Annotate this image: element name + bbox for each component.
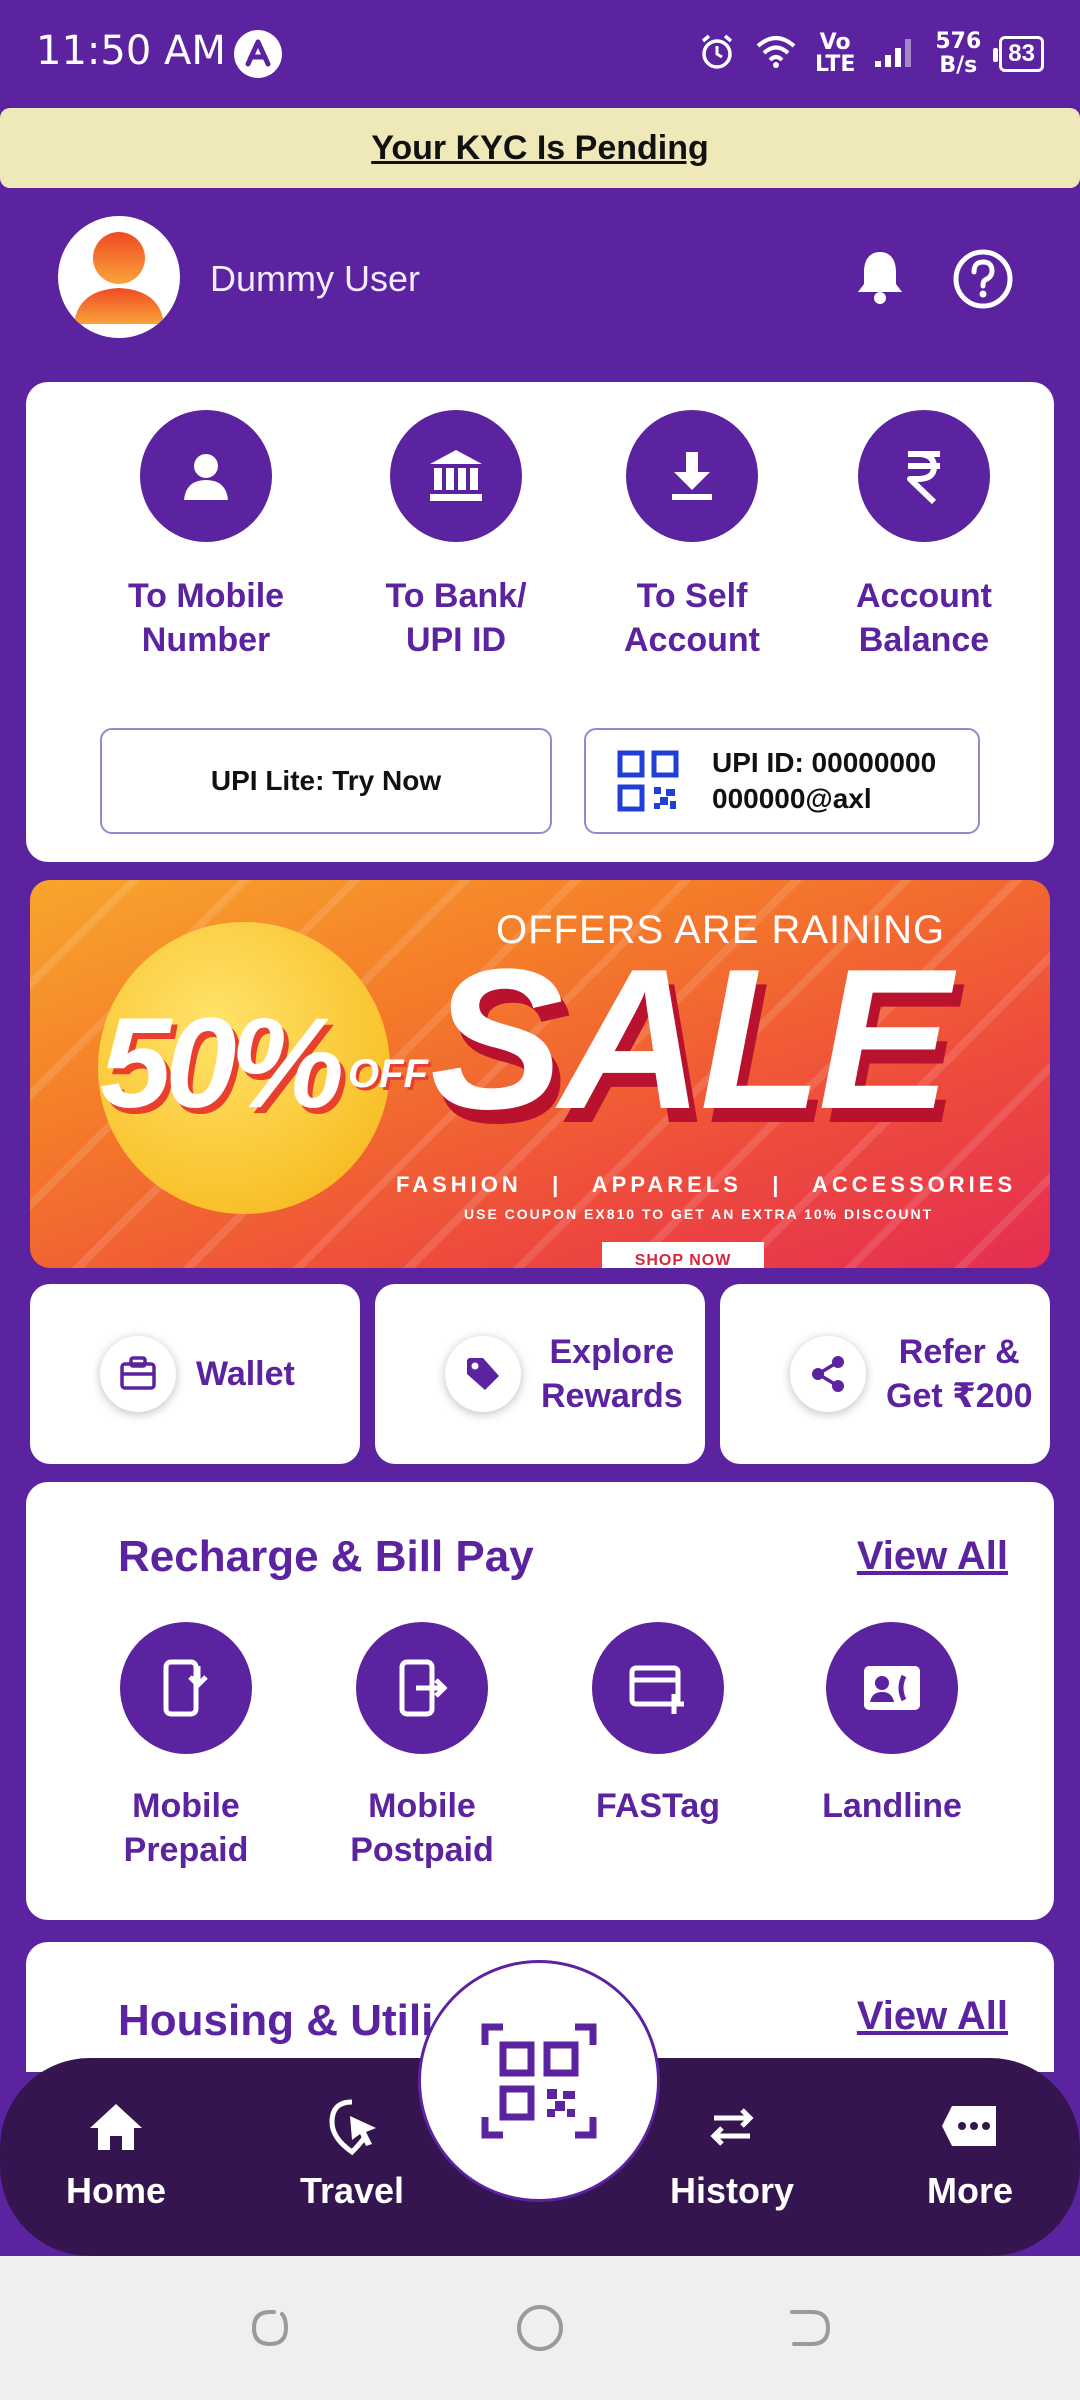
rupee-icon xyxy=(858,410,990,542)
money-transfer-card: To Mobile Number To Bank/UPI ID To Self Ac… xyxy=(26,382,1054,862)
status-time: 11:50 AM xyxy=(36,28,226,74)
fastag-icon xyxy=(592,1622,724,1754)
refer-get-button[interactable]: Refer & Get ₹200 xyxy=(720,1284,1050,1464)
banner-categories: FASHION | APPARELS | ACCESSORIES xyxy=(396,1172,1017,1197)
account-balance-button[interactable]: Account Balance xyxy=(814,410,1034,662)
fastag-button[interactable]: FASTag xyxy=(558,1622,758,1828)
bell-icon[interactable] xyxy=(848,244,912,308)
nav-more[interactable]: More xyxy=(890,2094,1050,2212)
qr-scan-icon xyxy=(481,2023,597,2139)
nav-home[interactable]: Home xyxy=(36,2094,196,2212)
alarm-icon xyxy=(697,32,737,77)
mobile-postpaid-icon xyxy=(356,1622,488,1754)
banner-coupon: USE COUPON EX810 TO GET AN EXTRA 10% DIS… xyxy=(464,1206,934,1222)
user-name: Dummy User xyxy=(210,258,421,299)
help-icon[interactable] xyxy=(952,248,1014,310)
qr-code-icon xyxy=(617,750,679,812)
view-all-link[interactable]: View All xyxy=(857,1994,1008,2039)
system-navigation-bar xyxy=(0,2256,1080,2400)
to-mobile-number-button[interactable]: To Mobile Number xyxy=(96,410,316,662)
status-bar: 11:50 AM Vo LTE 576 B/s 83 xyxy=(0,0,1080,108)
person-icon xyxy=(140,410,272,542)
more-icon xyxy=(938,2094,1002,2158)
travel-icon xyxy=(320,2094,384,2158)
shop-now-button[interactable]: SHOP NOW xyxy=(602,1242,764,1268)
nav-travel[interactable]: Travel xyxy=(272,2094,432,2212)
upi-id-button[interactable]: UPI ID: 00000000 000000@axl xyxy=(584,728,980,834)
back-icon[interactable] xyxy=(784,2302,836,2354)
recent-apps-icon[interactable] xyxy=(244,2302,296,2354)
banner-sale-text: SALE xyxy=(430,928,951,1151)
view-all-link[interactable]: View All xyxy=(857,1534,1008,1579)
home-icon xyxy=(84,2094,148,2158)
tag-icon xyxy=(445,1336,521,1412)
mobile-prepaid-icon xyxy=(120,1622,252,1754)
kyc-banner[interactable]: Your KYC Is Pending xyxy=(0,108,1080,188)
upi-lite-button[interactable]: UPI Lite: Try Now xyxy=(100,728,552,834)
landline-icon xyxy=(826,1622,958,1754)
battery-icon: 83 xyxy=(993,36,1044,72)
wallet-icon xyxy=(100,1336,176,1412)
upi-id-line2: 000000@axl xyxy=(712,783,872,814)
explore-rewards-button[interactable]: Explore Rewards xyxy=(375,1284,705,1464)
wallet-button[interactable]: Wallet xyxy=(30,1284,360,1464)
share-icon xyxy=(790,1336,866,1412)
discount-percent: 50% xyxy=(100,992,344,1135)
wifi-icon xyxy=(755,34,797,75)
download-icon xyxy=(626,410,758,542)
nav-history[interactable]: History xyxy=(652,2094,812,2212)
volte-indicator: Vo LTE xyxy=(814,30,856,77)
to-self-account-button[interactable]: To Self Account xyxy=(582,410,802,662)
section-title: Recharge & Bill Pay xyxy=(118,1532,534,1581)
discount-off: OFF xyxy=(348,1052,428,1096)
avatar[interactable] xyxy=(58,216,180,338)
history-icon xyxy=(700,2094,764,2158)
kyc-banner-text[interactable]: Your KYC Is Pending xyxy=(371,129,709,168)
upi-id-line1: UPI ID: 00000000 xyxy=(712,747,937,778)
home-circle-icon[interactable] xyxy=(514,2302,566,2354)
sale-banner[interactable]: 50% OFF OFFERS ARE RAINING SALE FASHION … xyxy=(30,880,1050,1268)
net-speed: 576 B/s xyxy=(935,29,982,78)
section-title: Housing & Utili xyxy=(118,1996,434,2045)
recharge-bill-pay-card: Recharge & Bill Pay View All Mobile Prepa… xyxy=(26,1482,1054,1920)
mobile-postpaid-button[interactable]: Mobile Postpaid xyxy=(322,1622,522,1872)
mobile-prepaid-button[interactable]: Mobile Prepaid xyxy=(86,1622,286,1872)
qr-scan-button[interactable] xyxy=(418,1960,660,2202)
landline-button[interactable]: Landline xyxy=(792,1622,992,1828)
app-a-icon xyxy=(234,30,282,78)
to-bank-upi-button[interactable]: To Bank/UPI ID xyxy=(346,410,566,662)
bank-icon xyxy=(390,410,522,542)
signal-icon xyxy=(873,35,917,74)
